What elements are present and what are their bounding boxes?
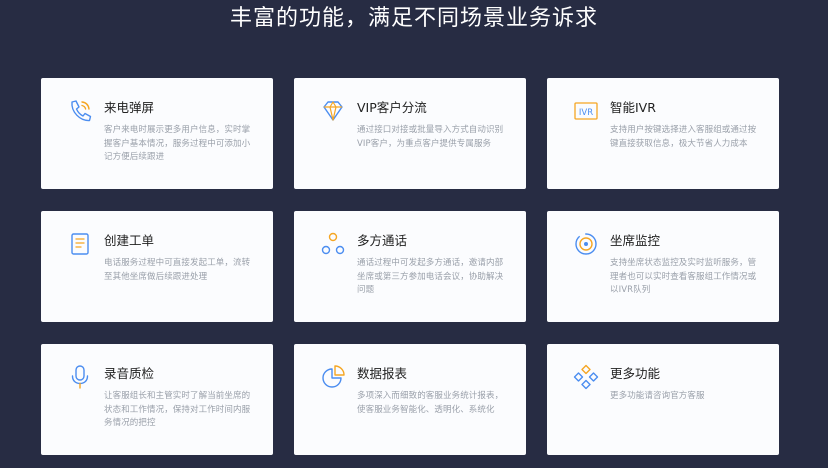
feature-title: 智能IVR [610, 100, 656, 115]
more-features-icon [573, 364, 599, 390]
feature-title: 坐席监控 [610, 233, 661, 248]
feature-description: 多项深入而细致的客服业务统计报表，使客服业务智能化、透明化、系统化 [357, 391, 504, 415]
microphone-icon [67, 364, 93, 390]
feature-description: 支持用户按键选择进入客服组或通过按键直接获取信息，极大节省人力成本 [610, 125, 757, 149]
feature-title: 多方通话 [357, 233, 408, 248]
phone-icon [67, 98, 93, 124]
feature-card-recording-qa[interactable]: 录音质检 让客服组长和主管实时了解当前坐席的状态和工作情况，保持对工作时间内服务… [41, 344, 273, 455]
feature-title: 来电弹屏 [104, 100, 155, 115]
feature-card-more-features[interactable]: 更多功能 更多功能请咨询官方客服 [547, 344, 779, 455]
feature-card-vip-routing[interactable]: VIP客户分流 通过接口对接或批量导入方式自动识别VIP客户，为重点客户提供专属… [294, 78, 526, 189]
page-title: 丰富的功能，满足不同场景业务诉求 [229, 6, 598, 31]
ivr-icon: IVR [573, 98, 599, 124]
feature-description: 支持坐席状态监控及实时监听服务，管理者也可以实时查看客服组工作情况或以IVR队列 [610, 258, 757, 295]
feature-title: VIP客户分流 [357, 100, 427, 115]
feature-card-caller-popup[interactable]: 来电弹屏 客户来电时展示更多用户信息，实时掌握客户基本情况，服务过程中可添加小记… [41, 78, 273, 189]
feature-card-multi-party-call[interactable]: 多方通话 通话过程中可发起多方通话，邀请内部坐席或第三方参加电话会议，协助解决问… [294, 211, 526, 322]
feature-card-smart-ivr[interactable]: IVR 智能IVR 支持用户按键选择进入客服组或通过按键直接获取信息，极大节省人… [547, 78, 779, 189]
feature-card-data-reports[interactable]: 数据报表 多项深入而细致的客服业务统计报表，使客服业务智能化、透明化、系统化 [294, 344, 526, 455]
feature-description: 更多功能请咨询官方客服 [610, 391, 705, 401]
diamond-icon [320, 98, 346, 124]
feature-grid: 来电弹屏 客户来电时展示更多用户信息，实时掌握客户基本情况，服务过程中可添加小记… [41, 78, 779, 455]
feature-title: 更多功能 [610, 366, 661, 381]
multi-party-icon [320, 231, 346, 257]
monitor-icon [573, 231, 599, 257]
feature-description: 通过接口对接或批量导入方式自动识别VIP客户，为重点客户提供专属服务 [357, 125, 504, 149]
pie-chart-icon [320, 364, 346, 390]
feature-description: 让客服组长和主管实时了解当前坐席的状态和工作情况，保持对工作时间内服务情况的把控 [104, 391, 251, 428]
feature-description: 通话过程中可发起多方通话，邀请内部坐席或第三方参加电话会议，协助解决问题 [357, 258, 504, 295]
feature-description: 客户来电时展示更多用户信息，实时掌握客户基本情况，服务过程中可添加小记方便后续跟… [104, 125, 251, 162]
feature-card-agent-monitoring[interactable]: 坐席监控 支持坐席状态监控及实时监听服务，管理者也可以实时查看客服组工作情况或以… [547, 211, 779, 322]
feature-title: 录音质检 [104, 366, 155, 381]
feature-title: 数据报表 [357, 366, 408, 381]
feature-card-create-ticket[interactable]: 创建工单 电话服务过程中可直接发起工单，流转至其他坐席做后续跟进处理 [41, 211, 273, 322]
svg-text:IVR: IVR [579, 108, 593, 118]
feature-description: 电话服务过程中可直接发起工单，流转至其他坐席做后续跟进处理 [104, 258, 251, 282]
document-icon [67, 231, 93, 257]
feature-title: 创建工单 [104, 233, 155, 248]
